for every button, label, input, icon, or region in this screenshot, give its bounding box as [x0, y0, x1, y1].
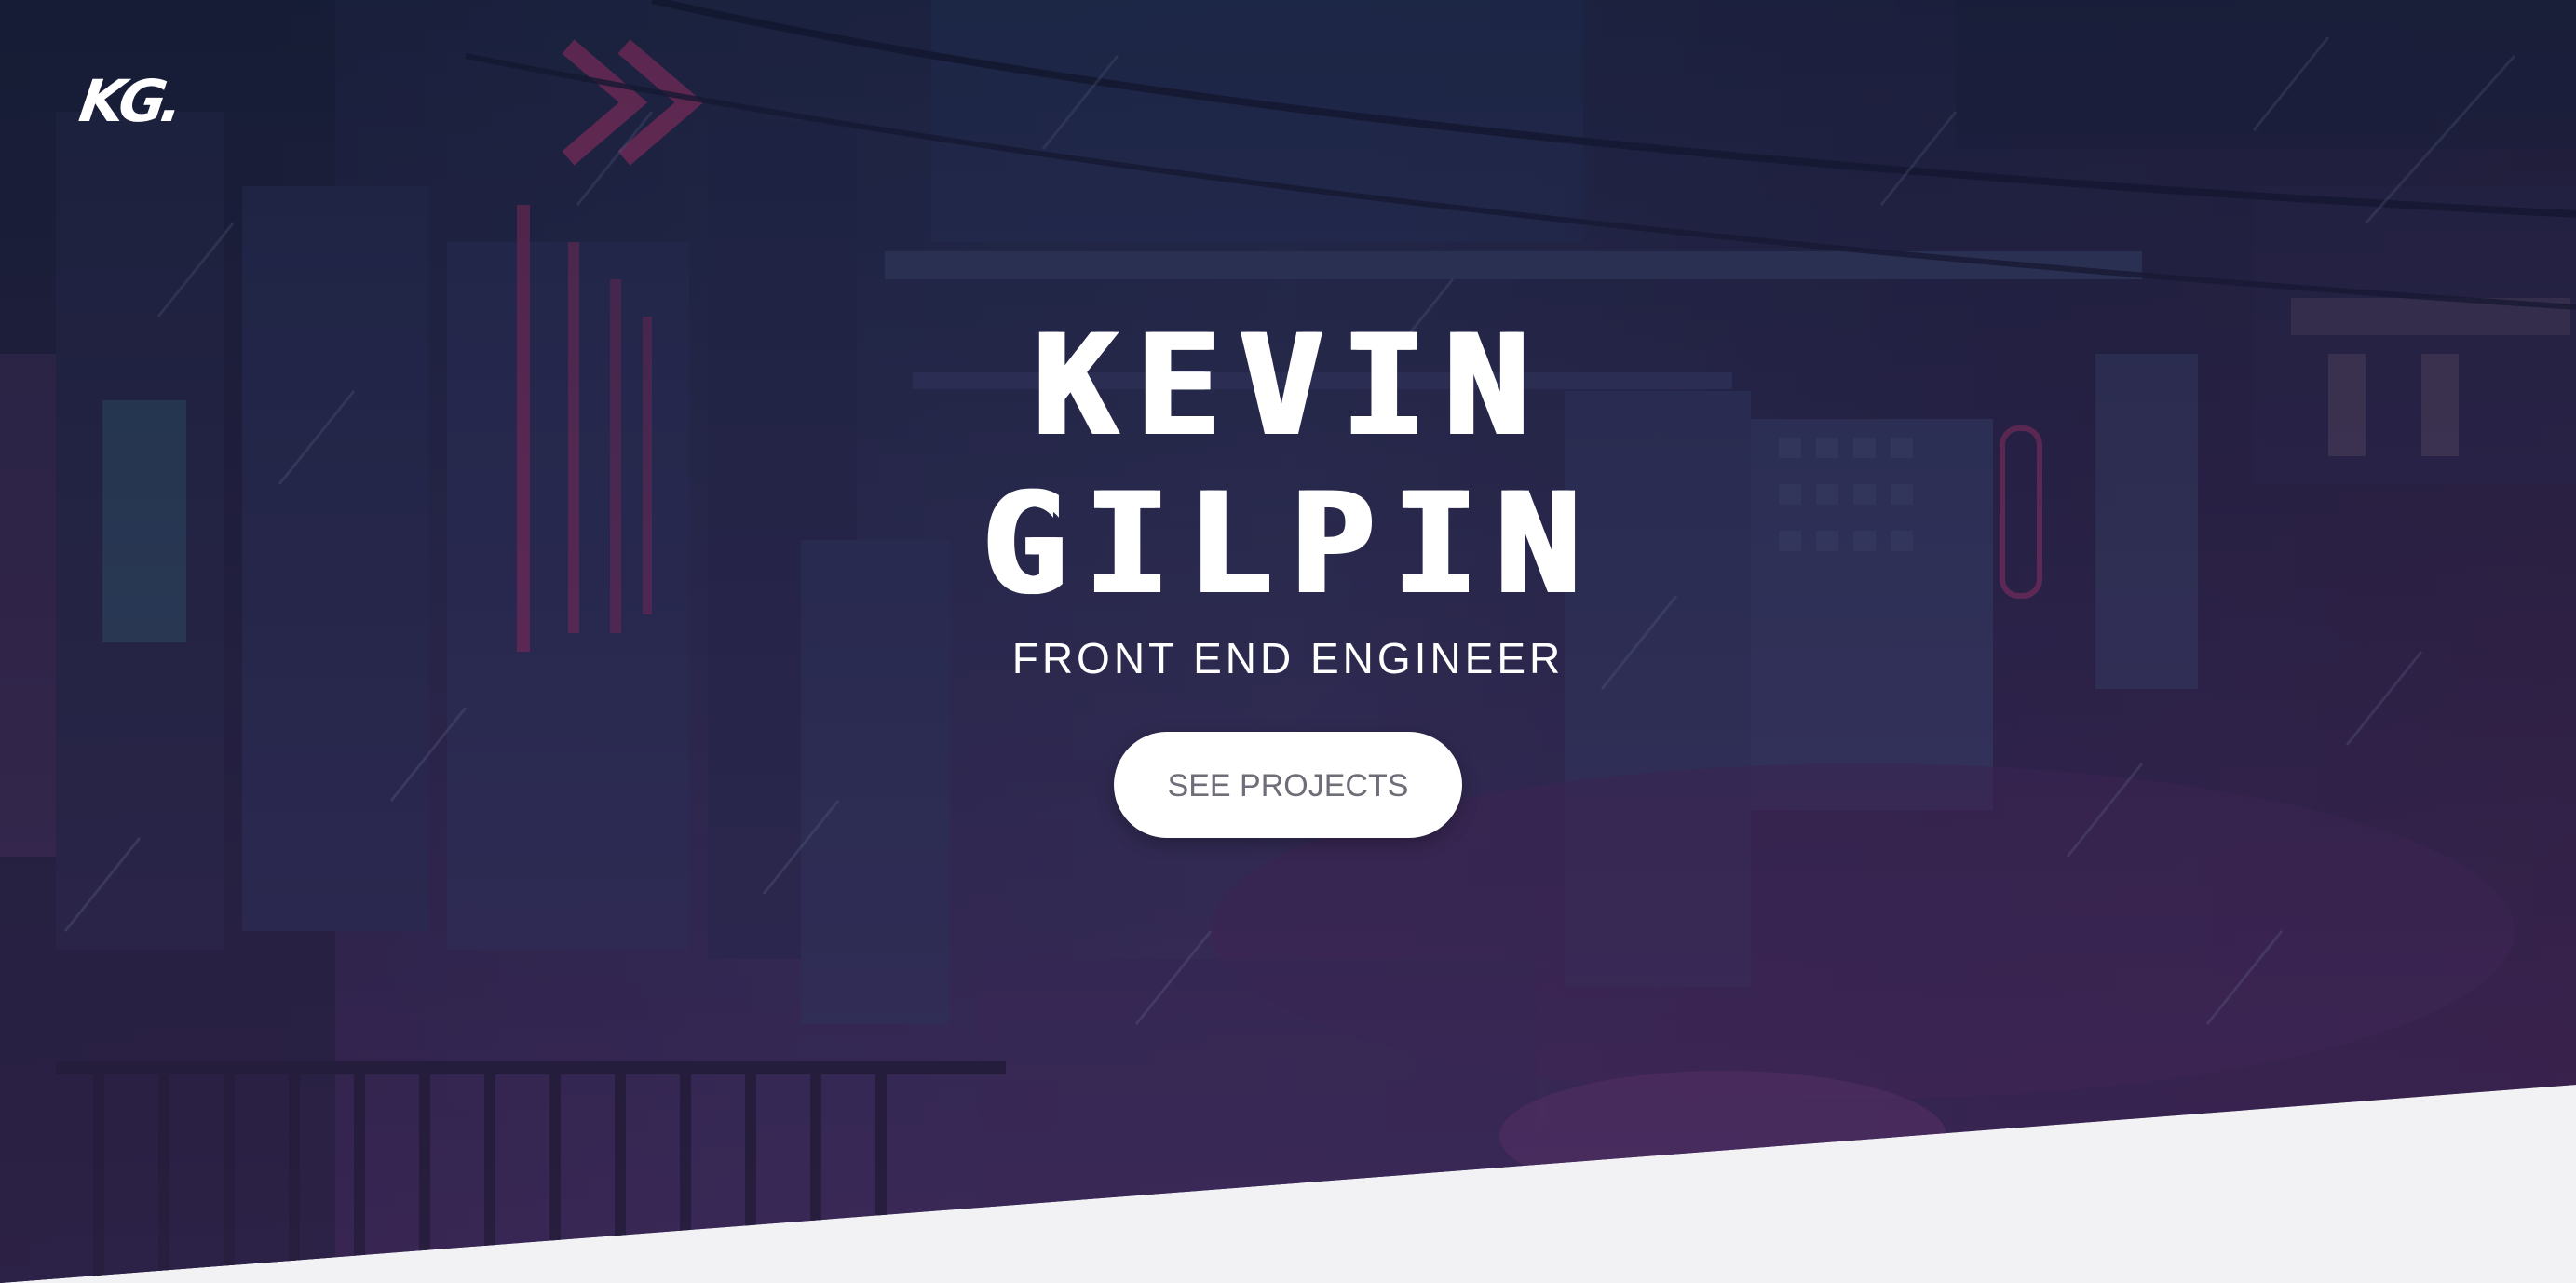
hero-subtitle: FRONT END ENGINEER — [1011, 634, 1565, 682]
hero-title-last-name: GILPIN — [980, 464, 1596, 626]
hero-title-first-name: KEVIN — [1031, 305, 1545, 467]
site-logo[interactable]: KG. — [75, 67, 183, 135]
hero-section: KG. KEVIN GILPIN FRONT END ENGINEER SEE … — [0, 0, 2576, 1283]
see-projects-button[interactable]: SEE PROJECTS — [1114, 732, 1462, 838]
landing-page: KG. KEVIN GILPIN FRONT END ENGINEER SEE … — [0, 0, 2576, 1283]
